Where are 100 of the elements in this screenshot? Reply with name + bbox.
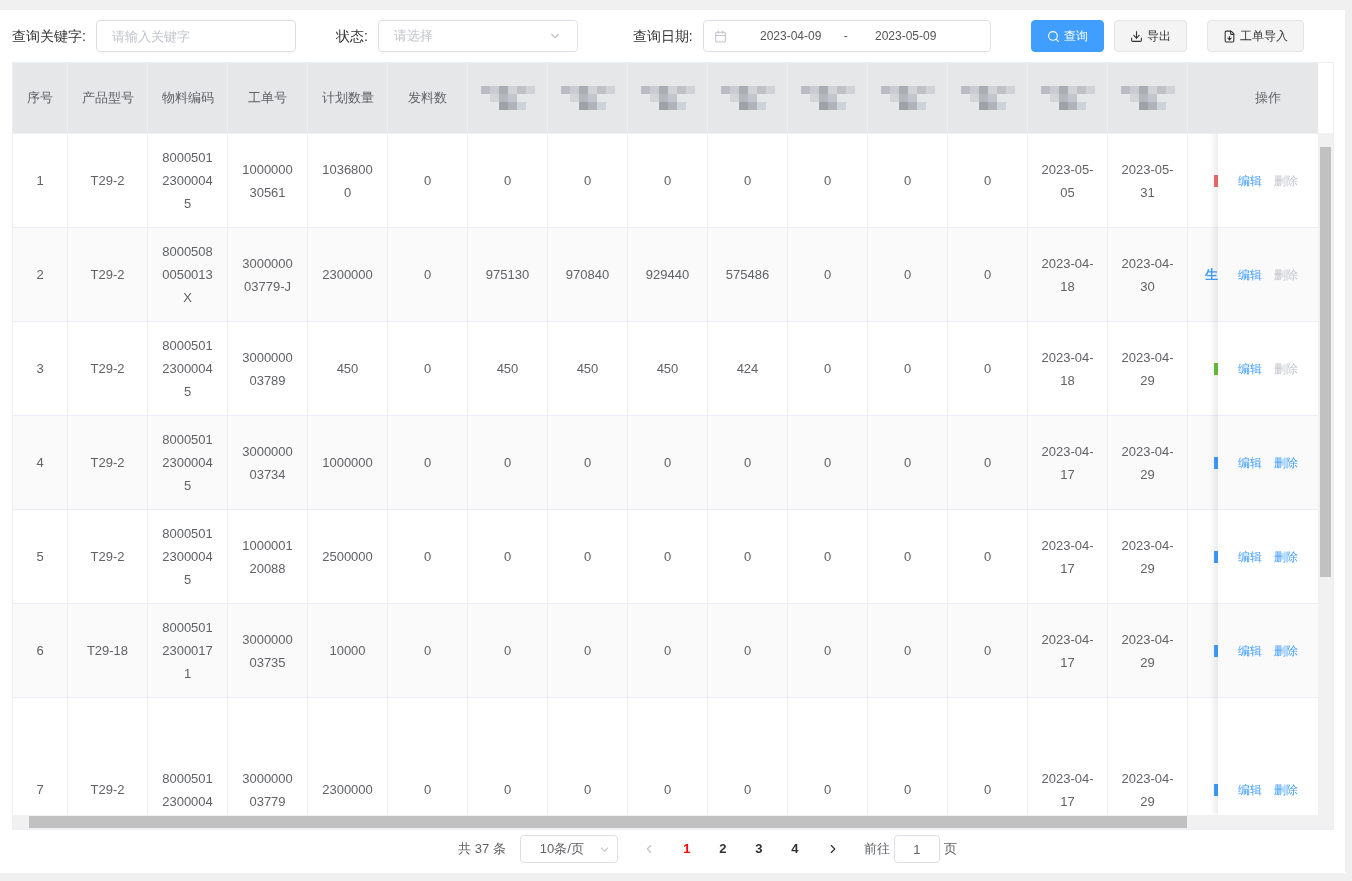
redacted-label <box>640 86 695 110</box>
table-cell-text: 2023-04-29 <box>1120 630 1175 672</box>
table-cell-text: 0 <box>502 172 513 190</box>
table-cell-text: 450 <box>335 360 360 378</box>
table-cell-text: 0 <box>822 266 833 284</box>
table-cell-text: 300000003789 <box>241 348 294 390</box>
page-number[interactable]: 2 <box>707 835 738 863</box>
table-cell-text: 2023-05-31 <box>1120 160 1175 202</box>
redacted-label <box>800 86 855 110</box>
column-header: 操作 <box>1218 63 1318 133</box>
toolbar-button[interactable]: 导出 <box>1113 20 1187 52</box>
redacted-label <box>880 86 935 110</box>
goto-label: 前往 <box>863 840 890 859</box>
table-cell-text: T29-2 <box>89 781 126 799</box>
table-cell-text: 424 <box>735 360 760 378</box>
page-number[interactable]: 1 <box>671 835 702 863</box>
table-cell-text: 2023-05-05 <box>1040 160 1095 202</box>
table-cell-text: 0 <box>502 548 513 566</box>
table-cell-text: T29-2 <box>89 454 126 472</box>
column-header: 序号 <box>27 89 53 108</box>
edit-link[interactable]: 编辑 <box>1238 641 1262 660</box>
table-cell-text: 0 <box>662 548 673 566</box>
table-cell-text: 800050123000171 <box>161 619 214 683</box>
table-cell-text: 0 <box>582 172 593 190</box>
download-icon <box>1129 29 1143 43</box>
total-count: 共 37 条 <box>458 840 506 859</box>
date-label: 查询日期: <box>632 26 693 46</box>
table-cell-text: 300000003735 <box>241 630 294 672</box>
edit-link[interactable]: 编辑 <box>1238 265 1262 284</box>
table-cell-text: 80005080050013X <box>161 243 214 307</box>
table-cell-text: 2023-04-29 <box>1120 536 1175 578</box>
table-cell-text: 0 <box>902 642 913 660</box>
edit-link[interactable]: 编辑 <box>1238 547 1262 566</box>
redacted-label <box>1040 86 1095 110</box>
table-cell-text: 2500000 <box>321 548 374 566</box>
table-cell-text: T29-2 <box>89 266 126 284</box>
table-cell-text: 0 <box>822 172 833 190</box>
horizontal-scrollbar[interactable] <box>13 815 1333 829</box>
redacted-label <box>560 86 615 110</box>
edit-link[interactable]: 编辑 <box>1238 171 1262 190</box>
table-cell-text: 575486 <box>724 266 771 284</box>
table-cell-text: T29-2 <box>89 548 126 566</box>
column-header: 产品型号 <box>81 89 134 108</box>
table-cell-text: 800050123000045 <box>161 337 214 401</box>
table-cell-text: 2023-04-29 <box>1120 348 1175 390</box>
table-cell-text: 2300000 <box>321 781 374 799</box>
page-size-select[interactable]: 10条/页 <box>519 835 618 863</box>
table-cell-text: 975130 <box>484 266 531 284</box>
table-cell-text: 0 <box>582 548 593 566</box>
delete-link[interactable]: 删除 <box>1274 780 1298 799</box>
table-cell-text: 0 <box>742 781 753 799</box>
table-cell-text: 0 <box>982 642 993 660</box>
status-label: 状态: <box>335 26 368 46</box>
vertical-scrollbar[interactable] <box>1318 133 1333 815</box>
table-cell-text: 0 <box>982 781 993 799</box>
table-cell-text: 2023-04-17 <box>1040 442 1095 484</box>
table-cell-text: 10368000 <box>321 160 374 202</box>
table-cell-text: 1000000 <box>321 454 374 472</box>
table-cell-text: 800050123000045 <box>161 149 214 213</box>
table-cell-text: 0 <box>902 454 913 472</box>
edit-link[interactable]: 编辑 <box>1238 359 1262 378</box>
delete-link[interactable]: 删除 <box>1274 453 1298 472</box>
table-cell-text: 0 <box>422 266 433 284</box>
table-cell-text: 929440 <box>644 266 691 284</box>
table-cell-text: 300000003779 <box>241 769 294 811</box>
table-cell-text: 0 <box>662 454 673 472</box>
column-header: 计划数量 <box>321 89 374 108</box>
table-cell-text: 800050123000045 <box>161 431 214 495</box>
table-cell-text: 3 <box>35 360 45 378</box>
table-cell-text: 0 <box>902 172 913 190</box>
table-cell-text: 0 <box>662 781 673 799</box>
redacted-label <box>960 86 1015 110</box>
table-cell-text: 300000003734 <box>241 442 294 484</box>
table-cell-text: 0 <box>742 172 753 190</box>
table-cell-text: 0 <box>902 360 913 378</box>
column-header: 发料数 <box>408 89 447 108</box>
column-header: 工单号 <box>248 89 287 108</box>
keyword-field[interactable]: 请输入关键字 <box>95 20 296 52</box>
page-number[interactable]: 4 <box>779 835 810 863</box>
delete-link[interactable]: 删除 <box>1274 641 1298 660</box>
goto-page-field[interactable]: 1 <box>893 835 940 863</box>
redacted-label <box>1120 86 1175 110</box>
status-select[interactable]: 请选择 <box>377 20 578 52</box>
table-cell-text: 0 <box>742 454 753 472</box>
table-cell-text: 0 <box>422 642 433 660</box>
table-cell-text: 0 <box>422 781 433 799</box>
table-cell-text: 0 <box>502 454 513 472</box>
edit-link[interactable]: 编辑 <box>1238 780 1262 799</box>
table-cell-text: 0 <box>502 642 513 660</box>
table-cell-text: 2023-04-18 <box>1040 254 1095 296</box>
table-cell-text: 0 <box>662 172 673 190</box>
table-cell-text: 2023-04-30 <box>1120 254 1175 296</box>
delete-link[interactable]: 删除 <box>1274 547 1298 566</box>
date-range-field[interactable]: 2023-04-09 - 2023-05-09 <box>702 20 991 52</box>
edit-link[interactable]: 编辑 <box>1238 453 1262 472</box>
table-cell-text: 450 <box>495 360 520 378</box>
toolbar-button[interactable]: 查询 <box>1030 20 1104 52</box>
page-number[interactable]: 3 <box>743 835 774 863</box>
toolbar-button[interactable]: 工单导入 <box>1206 20 1304 52</box>
table-cell-text: 2023-04-29 <box>1120 442 1175 484</box>
